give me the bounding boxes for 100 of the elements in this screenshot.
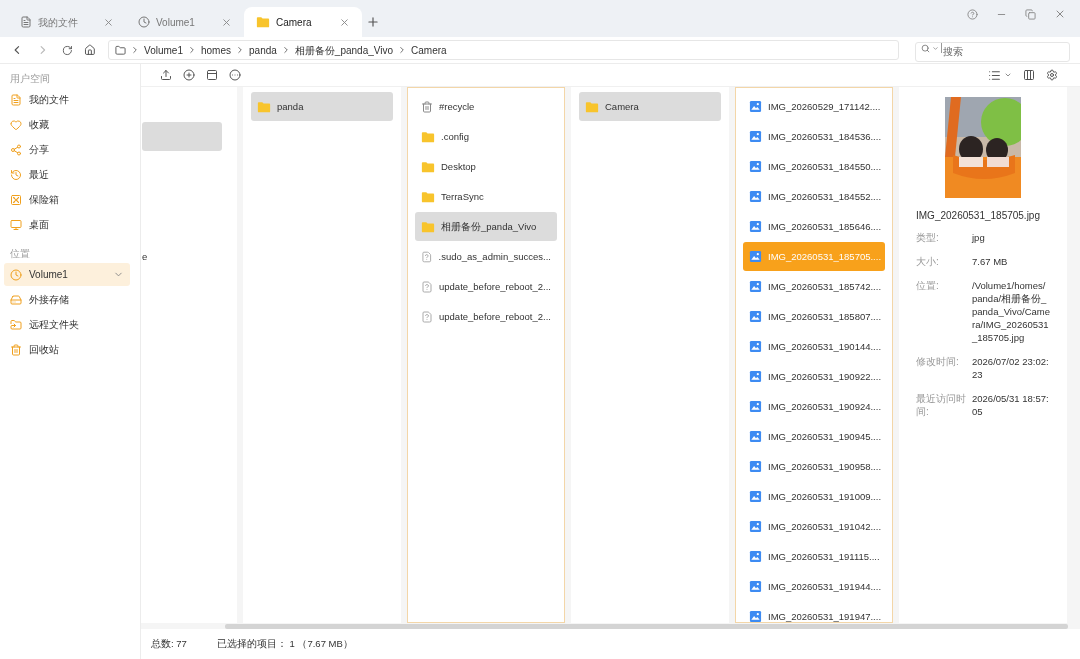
breadcrumb-link[interactable]: Volume1	[144, 42, 183, 58]
sidebar-item[interactable]: 远程文件夹	[4, 313, 130, 336]
heart-icon	[10, 118, 22, 131]
file-list-item[interactable]: IMG_20260531_190144....	[743, 332, 885, 361]
close-icon[interactable]	[1054, 8, 1066, 20]
property-value: 7.67 MB	[972, 255, 1009, 268]
panel-icon[interactable]	[206, 69, 218, 81]
new-tab-icon[interactable]	[366, 15, 380, 29]
image-file-icon	[749, 100, 762, 113]
file-list-item[interactable]: .config	[415, 122, 557, 151]
image-file-icon	[749, 400, 762, 413]
property-value: jpg	[972, 231, 986, 244]
breadcrumb-link[interactable]: 相册备份_panda_Vivo	[294, 42, 394, 58]
sidebar-item[interactable]: 分享	[4, 138, 130, 161]
image-file-icon	[749, 190, 762, 203]
file-list-item[interactable]: Desktop	[415, 152, 557, 181]
clock-icon	[10, 268, 22, 281]
sidebar-item[interactable]: 收藏	[4, 113, 130, 136]
close-tab-icon[interactable]	[339, 16, 350, 28]
more-icon[interactable]	[229, 69, 241, 81]
history-icon	[10, 168, 22, 181]
sidebar-item[interactable]: 回收站	[4, 338, 130, 361]
file-list-item[interactable]: e	[142, 242, 222, 271]
sidebar-item[interactable]: 最近	[4, 163, 130, 186]
folder-icon	[256, 15, 270, 29]
settings-icon[interactable]	[1046, 69, 1058, 81]
folder-icon	[257, 99, 271, 114]
image-file-icon	[749, 460, 762, 473]
home-icon[interactable]	[84, 44, 97, 56]
image-file-icon	[749, 430, 762, 443]
tab[interactable]: Volume1	[126, 7, 244, 37]
sidebar-item[interactable]: 桌面	[4, 213, 130, 236]
safe-icon	[10, 193, 22, 206]
address-bar[interactable]: Volume1 homes panda 相册备份_panda_Vivo Camera	[108, 40, 899, 60]
file-list-item[interactable]: IMG_20260531_191042....	[743, 512, 885, 541]
folder-icon	[421, 129, 435, 144]
scrollbar[interactable]	[225, 623, 1068, 629]
image-file-icon	[749, 520, 762, 533]
property-value: /Volume1/homes/panda/相册备份_panda_Vivo/Camera/IMG_20260531_185705.jpg	[972, 279, 1050, 344]
close-tab-icon[interactable]	[103, 16, 114, 28]
sidebar-item[interactable]: 外接存储	[4, 288, 130, 311]
sidebar-item[interactable]: 保险箱	[4, 188, 130, 211]
add-icon[interactable]	[183, 69, 195, 81]
list-view-icon[interactable]	[988, 68, 1001, 82]
file-list-item[interactable]: IMG_20260531_184552....	[743, 182, 885, 211]
file-list-item[interactable]: IMG_20260531_190922....	[743, 362, 885, 391]
breadcrumb-link[interactable]: panda	[249, 42, 277, 58]
breadcrumb-link[interactable]: homes	[201, 42, 231, 58]
trash-icon	[421, 100, 433, 113]
file-list-item[interactable]: IMG_20260531_190924....	[743, 392, 885, 421]
search-field[interactable]: 搜索	[915, 41, 1070, 62]
file-list-item[interactable]: IMG_20260531_184536....	[743, 122, 885, 151]
close-tab-icon[interactable]	[221, 16, 232, 28]
file-list-item[interactable]: .sudo_as_admin_succes...	[415, 242, 557, 271]
folder-icon	[421, 159, 435, 174]
file-icon	[20, 16, 32, 28]
remote-folder-icon	[10, 318, 22, 331]
caret-icon[interactable]	[932, 44, 939, 52]
file-list-item[interactable]: 相册备份_panda_Vivo	[415, 212, 557, 241]
file-list-item[interactable]: IMG_20260531_185742....	[743, 272, 885, 301]
sidebar-item[interactable]: 我的文件	[4, 88, 130, 111]
image-file-icon	[749, 250, 762, 263]
property-label: 大小:	[916, 255, 940, 268]
property-value: 2026/05/31 18:57:05	[972, 392, 1050, 418]
column-view-icon[interactable]	[1023, 69, 1035, 81]
image-file-icon	[749, 160, 762, 173]
file-list-item[interactable]: IMG_20260531_191009....	[743, 482, 885, 511]
file-list-item[interactable]: update_before_reboot_2...	[415, 272, 557, 301]
property-label: 最近访问时间:	[916, 392, 967, 418]
image-file-icon	[749, 580, 762, 593]
file-list-item[interactable]: IMG_20260531_185807....	[743, 302, 885, 331]
caret-icon[interactable]	[1004, 71, 1012, 79]
help-icon[interactable]	[967, 8, 978, 20]
file-list-item[interactable]: panda	[251, 92, 393, 121]
file-list-item[interactable]: IMG_20260531_191947....	[743, 602, 885, 622]
file-list-item[interactable]: IMG_20260531_190958....	[743, 452, 885, 481]
tab[interactable]: Camera	[244, 7, 362, 37]
sidebar-item[interactable]: Volume1	[4, 263, 130, 286]
file-list-item[interactable]: IMG_20260531_191944....	[743, 572, 885, 601]
tab[interactable]: 我的文件	[8, 7, 126, 37]
file-list-item[interactable]: #recycle	[415, 92, 557, 121]
file-list-item[interactable]: IMG_20260531_190945....	[743, 422, 885, 451]
upload-icon[interactable]	[160, 69, 172, 81]
search-icon[interactable]	[921, 43, 930, 53]
trash-icon	[10, 343, 22, 356]
refresh-icon[interactable]	[61, 44, 73, 56]
unknown-file-icon	[421, 280, 433, 293]
clock-icon	[138, 16, 150, 28]
breadcrumb-link[interactable]: Camera	[411, 42, 447, 58]
file-list-item[interactable]: update_before_reboot_2...	[415, 302, 557, 331]
file-list-item[interactable]: Camera	[579, 92, 721, 121]
file-list-item[interactable]: IMG_20260529_171142....	[743, 92, 885, 121]
image-file-icon	[749, 280, 762, 293]
restore-icon[interactable]	[1025, 8, 1036, 20]
file-list-item[interactable]: TerraSync	[415, 182, 557, 211]
file-list-item[interactable]: IMG_20260531_185646....	[743, 212, 885, 241]
property-label: 修改时间:	[916, 355, 960, 369]
file-list-item[interactable]: IMG_20260531_191115....	[743, 542, 885, 571]
file-list-item[interactable]: IMG_20260531_184550....	[743, 152, 885, 181]
selection-info: 已选择的项目： 1 （7.67 MB）	[216, 636, 353, 651]
